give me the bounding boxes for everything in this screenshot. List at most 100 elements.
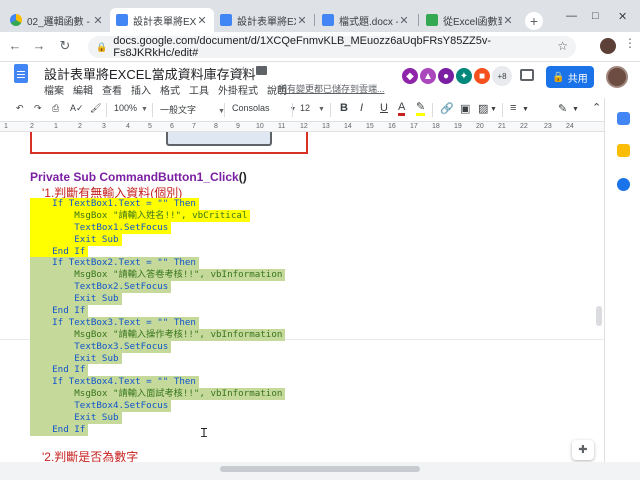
link-icon[interactable]: 🔗 <box>440 102 454 115</box>
bold-icon[interactable]: B <box>340 102 348 114</box>
menu-insert[interactable]: 插入 <box>131 82 151 97</box>
text-color-icon[interactable]: A <box>398 102 406 116</box>
save-status[interactable]: 所有變更都已儲存到雲端... <box>278 82 385 95</box>
menu-view[interactable]: 查看 <box>102 82 122 97</box>
ruler-mark: 17 <box>410 123 418 130</box>
close-tab-icon[interactable]: ✕ <box>502 14 514 27</box>
code-indent <box>30 209 75 222</box>
ruler-mark: 10 <box>256 123 264 130</box>
formatting-toolbar: ↶ ↷ ⎙ A✓ 🖌 100% ▼ 一般文字 ▼ Consolas ▼ 12 ▼ B I… <box>0 98 640 122</box>
print-icon[interactable]: ⎙ <box>52 103 59 114</box>
font-select[interactable]: Consolas ▼ <box>232 103 296 113</box>
star-icon[interactable]: ☆ <box>238 64 249 78</box>
code-text: If TextBox4.Text = "" Then <box>52 376 199 389</box>
comments-icon[interactable] <box>520 69 534 81</box>
code-line: End If <box>30 364 285 377</box>
tab-title: 02_邏輯函數 - Goo <box>27 16 92 28</box>
embedded-image[interactable] <box>30 132 308 154</box>
toolbar-divider <box>432 103 433 117</box>
menu-format[interactable]: 格式 <box>160 82 180 97</box>
share-button[interactable]: 🔒 共用 <box>546 66 594 88</box>
collaborator-avatar[interactable]: ● <box>436 66 456 86</box>
collaborator-avatar[interactable]: ▲ <box>418 66 438 86</box>
reload-icon[interactable]: ↻ <box>56 38 74 54</box>
explore-icon[interactable]: ✚ <box>572 440 594 460</box>
code-text: MsgBox "請輸入操作考核!!", vbInformation <box>74 328 286 341</box>
menu-edit[interactable]: 編輯 <box>73 82 93 97</box>
browser-profile-avatar[interactable] <box>600 38 616 54</box>
dropdown-caret-icon[interactable]: ▼ <box>522 106 529 113</box>
code-indent <box>30 316 53 329</box>
italic-icon[interactable]: I <box>360 102 363 114</box>
scrollbar-thumb[interactable] <box>220 466 420 472</box>
collaborator-avatar[interactable]: ■ <box>472 66 492 86</box>
maximize-button[interactable]: □ <box>592 10 599 22</box>
back-icon[interactable]: ← <box>6 38 24 53</box>
browser-tab-2[interactable]: 設計表單將EXCEL當 ✕ <box>110 8 214 32</box>
collapse-toolbar-icon[interactable]: ⌃ <box>592 101 601 114</box>
ruler-mark: 23 <box>544 123 552 130</box>
docs-icon <box>220 14 232 26</box>
code-indent <box>30 269 75 282</box>
code-indent <box>30 233 75 246</box>
highlight-icon[interactable]: ✎ <box>416 102 426 116</box>
align-icon[interactable]: ≡ <box>510 102 516 114</box>
browser-tab-5[interactable]: 從Excel函數到VBA ✕ <box>420 8 520 32</box>
dropdown-caret-icon[interactable]: ▼ <box>490 106 497 113</box>
undo-icon[interactable]: ↶ <box>16 103 24 114</box>
code-indent <box>30 412 75 424</box>
comment-add-icon[interactable]: ▣ <box>460 102 470 115</box>
document-title[interactable]: 設計表單將EXCEL當成資料庫存資料 <box>44 64 256 83</box>
code-text: If TextBox3.Text = "" Then <box>52 316 199 329</box>
browser-tab-4[interactable]: 檔式題.docx - Goo ✕ <box>316 8 416 32</box>
more-collaborators-badge[interactable]: +8 <box>492 66 512 86</box>
redo-icon[interactable]: ↷ <box>34 103 42 114</box>
tab-title: 設計表單將EXCEL當 <box>133 16 196 28</box>
document-canvas[interactable]: Private Sub CommandButton1_Click() '1.判斷… <box>0 132 604 462</box>
collaborator-avatar[interactable]: ◆ <box>400 66 420 86</box>
tasks-icon[interactable] <box>617 178 630 191</box>
folder-icon[interactable] <box>256 66 267 75</box>
dropdown-caret-icon[interactable]: ▼ <box>572 106 579 113</box>
menu-tools[interactable]: 工具 <box>189 82 209 97</box>
menu-addons[interactable]: 外掛程式 <box>218 82 258 97</box>
browser-menu-icon[interactable]: ⋮ <box>624 36 636 50</box>
horizontal-scrollbar[interactable] <box>0 462 640 480</box>
zoom-select[interactable]: 100% ▼ <box>114 103 148 113</box>
close-tab-icon[interactable]: ✕ <box>398 14 410 27</box>
share-label: 共用 <box>567 73 588 85</box>
tab-title: 從Excel函數到VBA <box>443 16 502 28</box>
close-window-button[interactable]: ✕ <box>618 10 627 23</box>
vertical-scrollbar[interactable] <box>596 306 602 326</box>
docs-logo-icon[interactable] <box>14 64 28 83</box>
url-input[interactable]: 🔒 docs.google.com/document/d/1XCQeFnmvKL… <box>88 35 576 59</box>
underline-icon[interactable]: U <box>380 102 388 114</box>
code-line: Exit Sub <box>30 352 285 365</box>
paint-format-icon[interactable]: 🖌 <box>90 103 101 114</box>
ruler-mark: 1 <box>54 123 58 130</box>
ruler-mark: 19 <box>454 123 462 130</box>
new-tab-button[interactable]: + <box>525 12 543 30</box>
edit-mode-icon[interactable]: ✎ <box>558 102 567 115</box>
menu-file[interactable]: 檔案 <box>44 82 64 97</box>
user-avatar[interactable] <box>606 66 628 88</box>
image-icon[interactable]: ▨ <box>478 102 488 115</box>
code-line: End If <box>30 423 285 436</box>
bookmark-star-icon[interactable]: ☆ <box>557 39 568 53</box>
close-tab-icon[interactable]: ✕ <box>196 14 208 27</box>
keep-icon[interactable] <box>617 144 630 157</box>
code-line: TextBox2.SetFocus <box>30 281 285 294</box>
spellcheck-icon[interactable]: A✓ <box>70 103 84 114</box>
browser-tab-1[interactable]: 02_邏輯函數 - Goo ✕ <box>4 8 110 32</box>
minimize-button[interactable]: — <box>566 10 577 22</box>
code-text: MsgBox "請輸入答卷考核!!", vbInformation <box>74 269 286 282</box>
browser-tab-3[interactable]: 設計表單將EXCEL當 ✕ <box>214 8 314 32</box>
code-line: TextBox4.SetFocus <box>30 400 285 413</box>
close-tab-icon[interactable]: ✕ <box>92 14 104 27</box>
collaborator-avatar[interactable]: ✦ <box>454 66 474 86</box>
forward-icon[interactable]: → <box>30 38 48 53</box>
font-size-select[interactable]: 12 ▼ <box>300 103 325 113</box>
calendar-icon[interactable] <box>617 112 630 125</box>
paragraph-style-select[interactable]: 一般文字 ▼ <box>160 103 225 116</box>
close-tab-icon[interactable]: ✕ <box>296 14 308 27</box>
